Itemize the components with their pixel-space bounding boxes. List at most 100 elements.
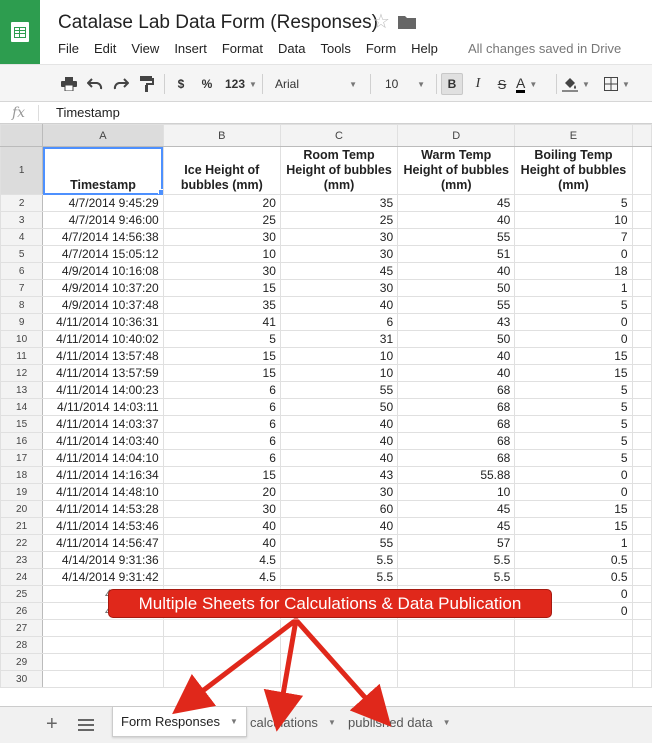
grid-cell[interactable]: 1 [514, 534, 633, 552]
grid-cell[interactable] [631, 146, 652, 195]
row-header-1[interactable]: 1 [0, 146, 44, 195]
row-header[interactable]: 15 [0, 415, 44, 433]
sheet-tab-published-data[interactable]: published data ▼ [340, 707, 459, 737]
grid-cell[interactable] [279, 619, 399, 637]
grid-cell[interactable]: 55 [279, 534, 399, 552]
grid-cell[interactable] [631, 313, 652, 331]
grid-cell[interactable]: 30 [162, 228, 281, 246]
grid-cell[interactable]: 4/11/2014 14:53:28 [42, 500, 164, 518]
grid-cell[interactable] [631, 381, 652, 399]
grid-cell[interactable] [631, 398, 652, 416]
grid-cell[interactable]: 40 [279, 432, 399, 450]
row-header[interactable]: 20 [0, 500, 44, 518]
grid-cell[interactable] [631, 517, 652, 535]
grid-cell[interactable] [514, 653, 633, 671]
redo-icon[interactable] [110, 73, 132, 95]
column-header-e[interactable]: E [514, 124, 633, 147]
grid-cell[interactable]: 4/9/2014 10:37:48 [42, 296, 164, 314]
grid-cell[interactable] [631, 245, 652, 263]
number-format-dropdown[interactable]: 123 ▼ [220, 73, 257, 95]
grid-cell[interactable]: 45 [397, 517, 516, 535]
row-header[interactable]: 17 [0, 449, 44, 467]
sheet-tab-calculations[interactable]: calculations ▼ [242, 707, 344, 737]
grid-cell[interactable]: 4.5 [162, 551, 281, 569]
header-cell[interactable]: Boiling Temp Height of bubbles (mm) [514, 146, 633, 195]
grid-cell[interactable]: 4/9/2014 10:16:08 [42, 262, 164, 280]
grid-cell[interactable]: 15 [514, 364, 633, 382]
grid-cell[interactable]: 5 [514, 415, 633, 433]
grid-cell[interactable]: 5.5 [397, 568, 516, 586]
grid-cell[interactable]: 15 [162, 347, 281, 365]
grid-cell[interactable] [514, 636, 633, 654]
grid-cell[interactable]: 4/7/2014 14:56:38 [42, 228, 164, 246]
row-header[interactable]: 19 [0, 483, 44, 501]
grid-cell[interactable]: 4/11/2014 14:04:10 [42, 449, 164, 467]
grid-cell[interactable]: 0 [514, 313, 633, 331]
grid-cell[interactable] [631, 228, 652, 246]
chevron-down-icon[interactable]: ▼ [328, 718, 336, 727]
menu-file[interactable]: File [58, 41, 79, 57]
add-sheet-icon[interactable]: + [46, 714, 58, 734]
grid-cell[interactable]: 41 [162, 313, 281, 331]
grid-cell[interactable]: 4/11/2014 14:16:34 [42, 466, 164, 484]
grid-cell[interactable]: 40 [279, 517, 399, 535]
grid-cell[interactable]: 15 [514, 347, 633, 365]
grid-cell[interactable] [631, 551, 652, 569]
grid-cell[interactable] [631, 483, 652, 501]
grid-cell[interactable] [631, 449, 652, 467]
row-header[interactable]: 13 [0, 381, 44, 399]
grid-cell[interactable]: 10 [514, 211, 633, 229]
grid-cell[interactable]: 25 [279, 211, 399, 229]
grid-cell[interactable]: 0.5 [514, 568, 633, 586]
grid-cell[interactable] [42, 653, 164, 671]
grid-cell[interactable]: 40 [397, 211, 516, 229]
grid-cell[interactable]: 4/11/2014 10:40:02 [42, 330, 164, 348]
grid-cell[interactable] [514, 619, 633, 637]
grid-cell[interactable]: 45 [397, 500, 516, 518]
select-all-corner[interactable] [0, 124, 44, 147]
grid-cell[interactable]: 20 [162, 194, 281, 212]
grid-cell[interactable] [279, 670, 399, 688]
column-header-c[interactable]: C [279, 124, 399, 147]
row-header[interactable]: 26 [0, 602, 44, 620]
borders-icon[interactable]: ▼ [604, 73, 640, 95]
row-header[interactable]: 22 [0, 534, 44, 552]
row-header[interactable]: 4 [0, 228, 44, 246]
grid-cell[interactable]: 4/11/2014 14:53:46 [42, 517, 164, 535]
grid-cell[interactable] [397, 653, 516, 671]
strikethrough-button[interactable]: S [492, 73, 512, 95]
row-header[interactable]: 12 [0, 364, 44, 382]
grid-cell[interactable] [631, 330, 652, 348]
grid-cell[interactable] [162, 636, 281, 654]
grid-cell[interactable]: 18 [514, 262, 633, 280]
grid-cell[interactable]: 55 [397, 228, 516, 246]
grid-cell[interactable]: 5 [514, 194, 633, 212]
grid-cell[interactable]: 55.88 [397, 466, 516, 484]
grid-cell[interactable]: 6 [162, 415, 281, 433]
grid-cell[interactable]: 68 [397, 432, 516, 450]
bold-button[interactable]: B [441, 73, 463, 95]
grid-cell[interactable]: 4/11/2014 14:03:37 [42, 415, 164, 433]
grid-cell[interactable]: 15 [514, 517, 633, 535]
row-header[interactable]: 5 [0, 245, 44, 263]
row-header[interactable]: 16 [0, 432, 44, 450]
currency-format-button[interactable]: $ [172, 73, 190, 95]
row-header[interactable]: 23 [0, 551, 44, 569]
menu-data[interactable]: Data [278, 41, 305, 57]
document-title[interactable]: Catalase Lab Data Form (Responses) [58, 12, 378, 34]
grid-cell[interactable]: 45 [279, 262, 399, 280]
grid-cell[interactable] [162, 653, 281, 671]
column-header-d[interactable]: D [397, 124, 516, 147]
grid-cell[interactable]: 7 [514, 228, 633, 246]
row-header[interactable]: 27 [0, 619, 44, 637]
grid-cell[interactable]: 5.5 [279, 568, 399, 586]
grid-cell[interactable]: 30 [279, 483, 399, 501]
grid-cell[interactable]: 4/7/2014 15:05:12 [42, 245, 164, 263]
grid-cell[interactable]: 0 [514, 330, 633, 348]
grid-cell[interactable] [631, 585, 652, 603]
menu-format[interactable]: Format [222, 41, 263, 57]
grid-cell[interactable]: 25 [162, 211, 281, 229]
grid-cell[interactable] [631, 262, 652, 280]
grid-cell[interactable]: 35 [162, 296, 281, 314]
grid-cell[interactable]: 40 [279, 296, 399, 314]
